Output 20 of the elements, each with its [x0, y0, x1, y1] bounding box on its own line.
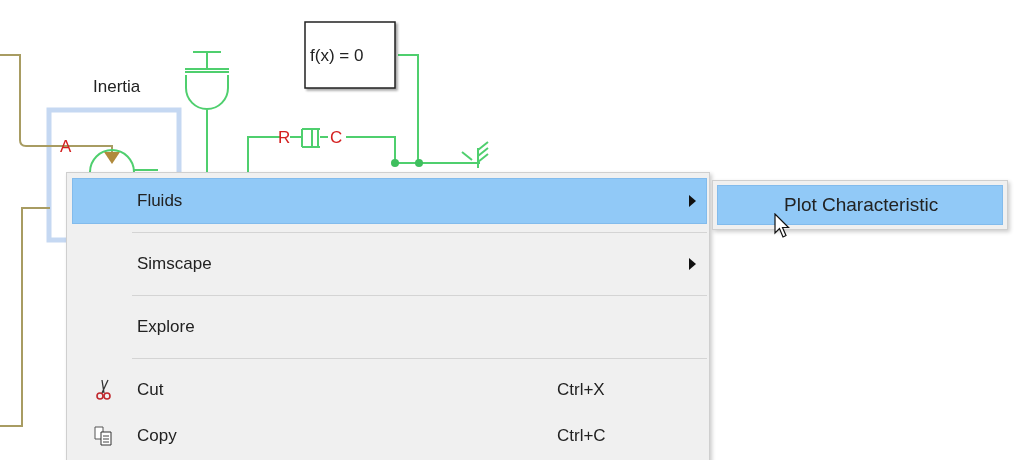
accumulator-icon — [184, 51, 230, 173]
submenu-arrow-icon — [689, 258, 696, 270]
equation-text: f(x) = 0 — [310, 46, 364, 65]
menu-item[interactable]: Plot Characteristic — [717, 185, 1003, 225]
menu-item[interactable]: Explore — [72, 304, 707, 350]
copy-icon — [93, 426, 113, 446]
ground-icon — [461, 141, 489, 169]
port-label: R — [278, 128, 291, 147]
menu-item[interactable]: Simscape — [72, 241, 707, 287]
cursor-icon — [774, 213, 790, 239]
block-label: Inertia — [93, 77, 141, 96]
pump-icon — [89, 149, 159, 173]
port-label: C — [330, 128, 343, 147]
junction-dot — [415, 159, 423, 167]
menu-item[interactable]: Copy Ctrl+C — [72, 413, 707, 459]
menu-item[interactable]: Cut Ctrl+X — [72, 367, 707, 413]
menu-item[interactable]: Fluids — [72, 178, 707, 224]
submenu-arrow-icon — [689, 195, 696, 207]
scissors-icon — [95, 379, 111, 401]
junction-dot — [391, 159, 399, 167]
